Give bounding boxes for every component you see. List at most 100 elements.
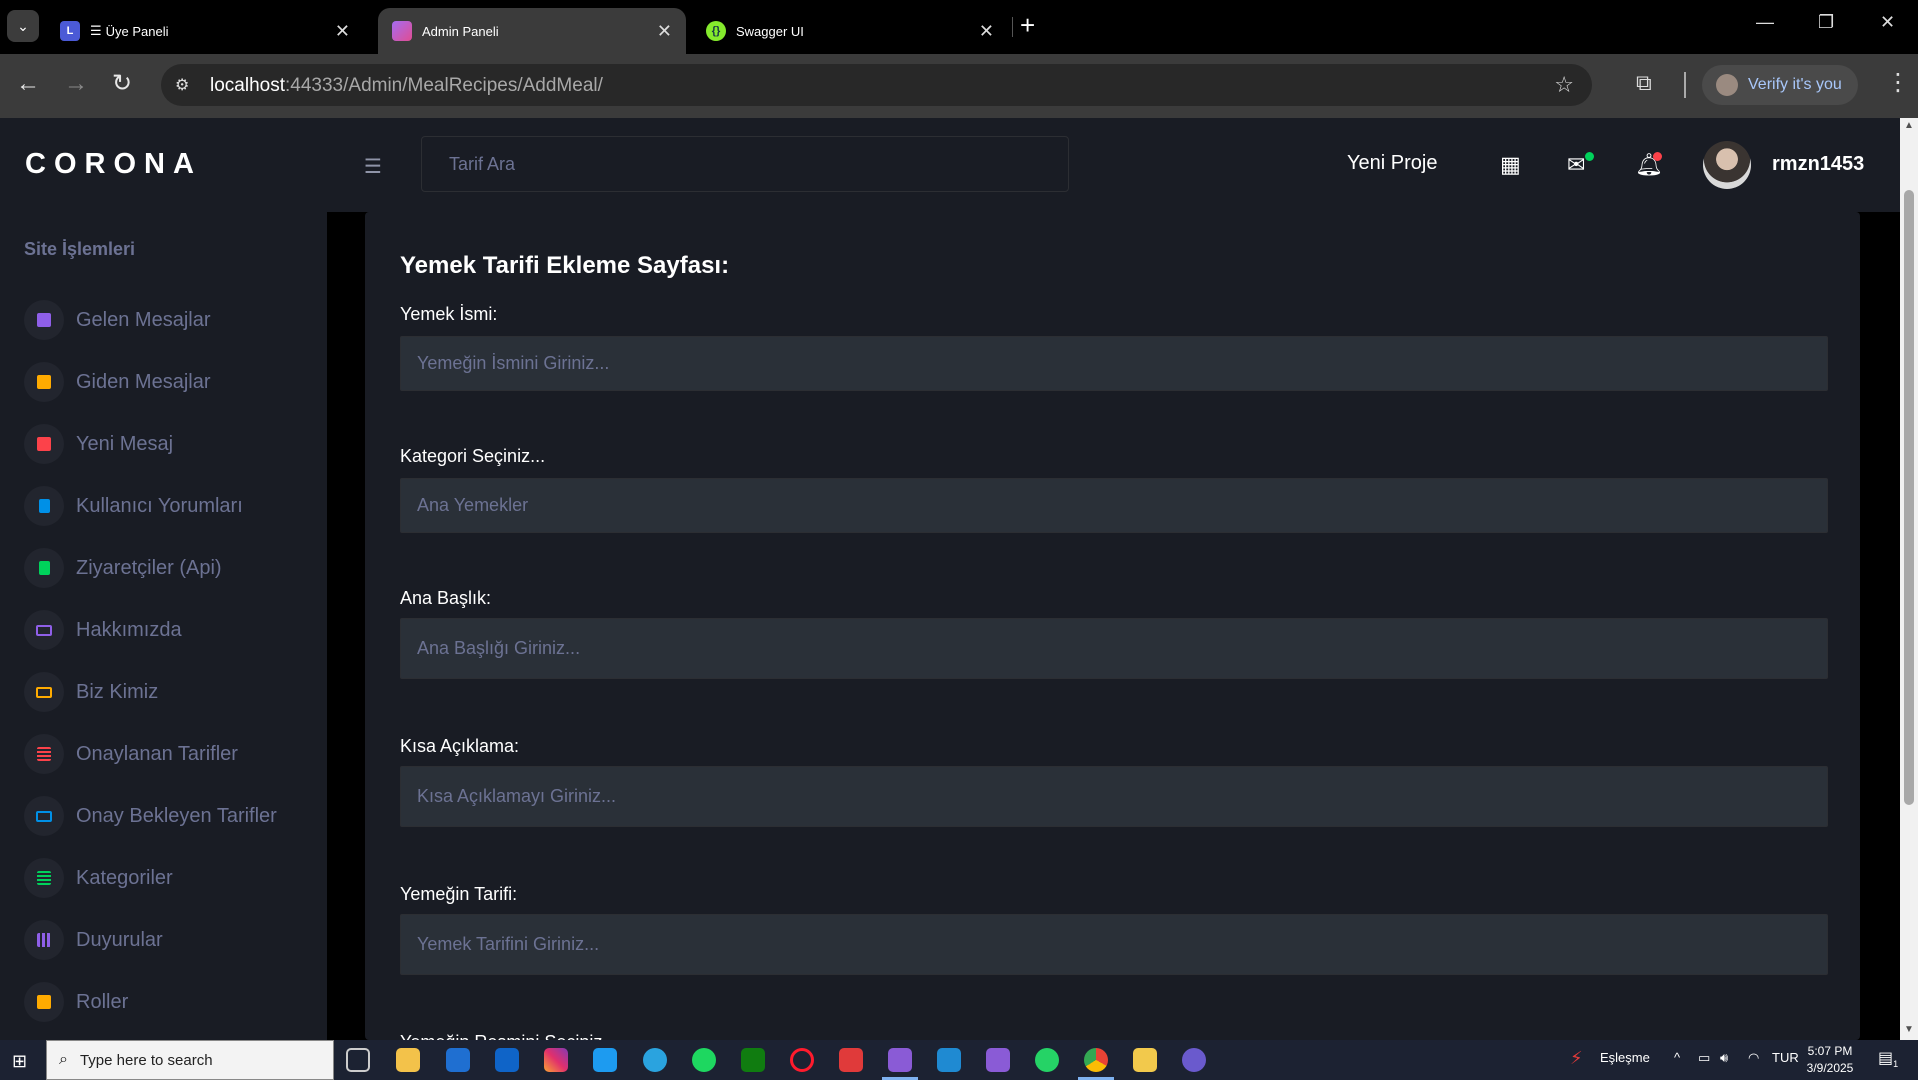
notification-center-icon[interactable]: ▤1 <box>1878 1048 1898 1069</box>
menu-toggle-icon[interactable]: ☰ <box>364 154 382 179</box>
back-icon[interactable]: ← <box>16 72 40 96</box>
page-scrollbar[interactable]: ▲ ▼ <box>1900 118 1918 1040</box>
message-icon <box>24 362 64 402</box>
tab-uye-paneli[interactable]: L ☰ Üye Paneli ✕ <box>46 8 364 54</box>
address-bar[interactable]: ⚙ localhost:44333/Admin/MealRecipes/AddM… <box>161 64 1592 106</box>
tray-label[interactable]: Eşleşme <box>1600 1050 1650 1065</box>
browser-menu-icon[interactable]: ⋮ <box>1886 68 1910 97</box>
taskbar-search-placeholder: Type here to search <box>79 1051 213 1069</box>
opera-icon[interactable] <box>790 1048 814 1072</box>
clock-date: 3/9/2025 <box>1806 1061 1854 1075</box>
browser-toolbar: ← → ↻ ⚙ localhost:44333/Admin/MealRecipe… <box>0 54 1918 118</box>
network-icon[interactable]: ◠ <box>1748 1050 1759 1066</box>
close-tab-icon[interactable]: ✕ <box>979 21 994 42</box>
sidebar-item-label: Roller <box>76 990 129 1013</box>
xbox-icon[interactable] <box>741 1048 765 1072</box>
laptop-icon <box>24 672 64 712</box>
profile-avatar <box>1716 74 1738 96</box>
document-icon <box>24 548 64 588</box>
new-project-button[interactable]: Yeni Proje <box>1347 152 1437 175</box>
close-tab-icon[interactable]: ✕ <box>657 21 672 42</box>
telegram-icon[interactable] <box>643 1048 667 1072</box>
tray-app-icon[interactable]: ⚡ <box>1570 1048 1583 1069</box>
restore-icon[interactable]: ❐ <box>1818 12 1834 33</box>
brand-logo[interactable]: CORONA <box>25 148 202 181</box>
whatsapp-icon[interactable] <box>1035 1048 1059 1072</box>
new-tab-icon[interactable]: + <box>1020 12 1035 38</box>
meal-name-input[interactable]: Yemeğin İsmini Giriniz... <box>400 336 1828 391</box>
main-title-input[interactable]: Ana Başlığı Giriniz... <box>400 618 1828 679</box>
sidebar-item-label: Gelen Mesajlar <box>76 308 211 331</box>
category-select[interactable]: Ana Yemekler <box>400 478 1828 533</box>
windows-start-icon[interactable]: ⊞ <box>12 1051 27 1072</box>
url-path: :44333/Admin/MealRecipes/AddMeal/ <box>285 75 603 96</box>
sidebar-item-giden-mesajlar[interactable]: Giden Mesajlar <box>24 361 211 403</box>
tab-favicon-icon: {} <box>706 21 726 41</box>
bookmark-star-icon[interactable]: ☆ <box>1554 72 1574 98</box>
instagram-icon[interactable] <box>544 1048 568 1072</box>
recipe-input[interactable]: Yemek Tarifini Giriniz... <box>400 914 1828 975</box>
tray-chevron-icon[interactable]: ^ <box>1674 1050 1680 1065</box>
apps-grid-icon[interactable]: ▦ <box>1500 152 1521 178</box>
tab-admin-paneli[interactable]: Admin Paneli ✕ <box>378 8 686 54</box>
reload-icon[interactable]: ↻ <box>112 72 132 96</box>
vscode-icon[interactable] <box>937 1048 961 1072</box>
scroll-down-icon[interactable]: ▼ <box>1904 1024 1914 1035</box>
meal-name-label: Yemek İsmi: <box>400 304 498 324</box>
sidebar-item-hakkimizda[interactable]: Hakkımızda <box>24 609 182 651</box>
sidebar-item-onaylanan-tarifler[interactable]: Onaylanan Tarifler <box>24 733 238 775</box>
sidebar-item-ziyaretciler[interactable]: Ziyaretçiler (Api) <box>24 547 222 589</box>
spotify-icon[interactable] <box>692 1048 716 1072</box>
twitter-icon[interactable] <box>593 1048 617 1072</box>
main-title-label: Ana Başlık: <box>400 588 492 608</box>
language-indicator[interactable]: TUR <box>1772 1050 1799 1065</box>
tab-swagger-ui[interactable]: {} Swagger UI ✕ <box>692 8 1008 54</box>
user-avatar[interactable] <box>1703 141 1751 189</box>
chrome-icon[interactable] <box>1084 1048 1108 1072</box>
search-input[interactable]: Tarif Ara <box>421 136 1069 192</box>
verify-profile-button[interactable]: Verify it's you <box>1702 65 1858 105</box>
sidebar-item-gelen-mesajlar[interactable]: Gelen Mesajlar <box>24 299 211 341</box>
forward-icon[interactable]: → <box>64 72 88 96</box>
tab-title: Swagger UI <box>736 23 804 39</box>
sidebar-item-onay-bekleyen-tarifler[interactable]: Onay Bekleyen Tarifler <box>24 795 277 837</box>
minimize-icon[interactable]: — <box>1756 12 1774 33</box>
app-icon[interactable] <box>1182 1048 1206 1072</box>
visual-studio-icon[interactable] <box>888 1048 912 1072</box>
playlist-icon <box>24 734 64 774</box>
file-explorer-icon[interactable] <box>396 1048 420 1072</box>
close-window-icon[interactable]: ✕ <box>1880 12 1895 33</box>
sidebar-item-label: Onaylanan Tarifler <box>76 742 238 765</box>
visual-studio-icon[interactable] <box>986 1048 1010 1072</box>
sidebar-item-biz-kimiz[interactable]: Biz Kimiz <box>24 671 158 713</box>
battery-icon[interactable]: ▭ <box>1698 1050 1710 1066</box>
short-description-input[interactable]: Kısa Açıklamayı Giriniz... <box>400 766 1828 827</box>
windows-taskbar: ⊞ ⌕ Type here to search ⚡ Eşleşme ^ ▭ 🔊︎… <box>0 1040 1918 1080</box>
taskbar-search[interactable]: ⌕ Type here to search <box>46 1040 334 1080</box>
extensions-icon[interactable]: ⧉ <box>1636 70 1652 96</box>
scrollbar-thumb[interactable] <box>1904 190 1914 805</box>
system-clock[interactable]: 5:07 PM 3/9/2025 <box>1806 1043 1854 1077</box>
sidebar-item-duyurular[interactable]: Duyurular <box>24 919 163 961</box>
mail-icon[interactable]: ✉ <box>1567 152 1585 178</box>
scroll-up-icon[interactable]: ▲ <box>1904 120 1914 131</box>
task-view-icon[interactable] <box>346 1048 370 1072</box>
site-info-icon[interactable]: ⚙ <box>175 75 189 95</box>
sidebar-item-roller[interactable]: Roller <box>24 981 128 1023</box>
close-tab-icon[interactable]: ✕ <box>335 21 350 42</box>
sidebar-item-label: Kullanıcı Yorumları <box>76 494 243 517</box>
store-icon[interactable] <box>446 1048 470 1072</box>
sidebar-item-yeni-mesaj[interactable]: Yeni Mesaj <box>24 423 173 465</box>
sidebar-item-kullanici-yorumlari[interactable]: Kullanıcı Yorumları <box>24 485 243 527</box>
volume-icon[interactable]: 🔊︎ <box>1720 1050 1728 1066</box>
sidebar-item-kategoriler[interactable]: Kategoriler <box>24 857 173 899</box>
browser-tab-bar: ⌄ L ☰ Üye Paneli ✕ Admin Paneli ✕ {} Swa… <box>0 0 1918 54</box>
sidebar: CORONA Site İşlemleri Gelen Mesajlar Gid… <box>0 118 327 1040</box>
tab-search-button[interactable]: ⌄ <box>7 10 39 42</box>
recipe-label: Yemeğin Tarifi: <box>400 884 518 904</box>
outlook-icon[interactable] <box>495 1048 519 1072</box>
app-icon[interactable] <box>839 1048 863 1072</box>
sidebar-item-label: Onay Bekleyen Tarifler <box>76 804 277 827</box>
username-label[interactable]: rmzn1453 <box>1772 153 1864 176</box>
app-icon[interactable] <box>1133 1048 1157 1072</box>
